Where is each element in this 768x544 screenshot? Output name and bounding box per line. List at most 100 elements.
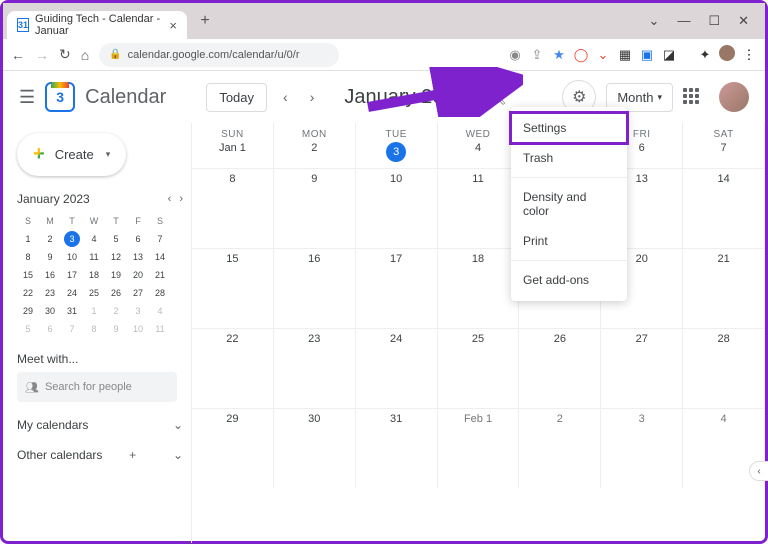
day-cell[interactable]: 18 — [438, 249, 520, 328]
day-cell[interactable]: 14 — [683, 169, 765, 248]
mini-day-cell[interactable]: 11 — [83, 248, 105, 266]
day-cell[interactable]: 27 — [601, 329, 683, 408]
mini-day-cell[interactable]: 3 — [127, 302, 149, 320]
mini-day-cell[interactable]: 18 — [83, 266, 105, 284]
new-tab-button[interactable]: + — [193, 12, 217, 30]
mini-day-cell[interactable]: 24 — [61, 284, 83, 302]
o-icon[interactable]: ◯ — [573, 47, 589, 63]
mini-day-cell[interactable]: 13 — [127, 248, 149, 266]
prev-period-icon[interactable]: ‹ — [277, 89, 294, 105]
menu-density[interactable]: Density and color — [511, 182, 627, 226]
day-cell[interactable]: 24 — [356, 329, 438, 408]
pocket-icon[interactable]: ⌄ — [595, 47, 611, 63]
star-icon[interactable]: ★ — [551, 47, 567, 63]
day-cell[interactable]: 22 — [192, 329, 274, 408]
mini-day-cell[interactable]: 1 — [17, 230, 39, 248]
mini-day-cell[interactable]: 25 — [83, 284, 105, 302]
mini-calendar[interactable]: SMTWTFS 12345678910111213141516171819202… — [17, 212, 183, 338]
day-column[interactable]: SAT7 — [683, 123, 765, 168]
create-button[interactable]: + Create — [17, 133, 126, 176]
menu-addons[interactable]: Get add-ons — [511, 265, 627, 295]
day-cell[interactable]: Feb 1 — [438, 409, 520, 488]
ext3-icon[interactable]: ◪ — [661, 47, 677, 63]
mini-day-cell[interactable]: 5 — [105, 230, 127, 248]
day-cell[interactable]: 16 — [274, 249, 356, 328]
day-column[interactable]: MON2 — [274, 123, 356, 168]
mini-day-cell[interactable]: 16 — [39, 266, 61, 284]
mini-day-cell[interactable]: 2 — [105, 302, 127, 320]
mini-day-cell[interactable]: 10 — [61, 248, 83, 266]
mini-day-cell[interactable]: 27 — [127, 284, 149, 302]
mini-day-cell[interactable]: 19 — [105, 266, 127, 284]
day-cell[interactable]: 25 — [438, 329, 520, 408]
mini-day-cell[interactable]: 7 — [61, 320, 83, 338]
next-period-icon[interactable]: › — [304, 89, 321, 105]
day-column[interactable]: WED4 — [438, 123, 520, 168]
mini-day-cell[interactable]: 8 — [17, 248, 39, 266]
browser-tab[interactable]: 31 Guiding Tech - Calendar - Januar × — [7, 11, 187, 39]
mini-day-cell[interactable]: 6 — [127, 230, 149, 248]
day-cell[interactable]: 8 — [192, 169, 274, 248]
day-cell[interactable]: 9 — [274, 169, 356, 248]
mini-day-cell[interactable]: 29 — [17, 302, 39, 320]
apps-grid-icon[interactable] — [683, 88, 701, 106]
mini-day-cell[interactable]: 8 — [83, 320, 105, 338]
close-window-icon[interactable]: ✕ — [738, 13, 749, 29]
day-column[interactable]: SUNJan 1 — [192, 123, 274, 168]
mini-day-cell[interactable]: 21 — [149, 266, 171, 284]
mini-day-cell[interactable]: 6 — [39, 320, 61, 338]
eye-icon[interactable]: ◉ — [507, 47, 523, 63]
day-cell[interactable]: 29 — [192, 409, 274, 488]
mini-day-cell[interactable]: 3 — [61, 230, 83, 248]
mini-day-cell[interactable]: 14 — [149, 248, 171, 266]
mini-day-cell[interactable]: 4 — [149, 302, 171, 320]
mini-day-cell[interactable]: 26 — [105, 284, 127, 302]
day-cell[interactable]: 23 — [274, 329, 356, 408]
mini-day-cell[interactable]: 1 — [83, 302, 105, 320]
ext1-icon[interactable]: ▦ — [617, 47, 633, 63]
mini-next-icon[interactable]: › — [179, 193, 183, 205]
day-column[interactable]: TUE3 — [356, 123, 438, 168]
day-cell[interactable]: 2 — [519, 409, 601, 488]
menu-trash[interactable]: Trash — [511, 143, 627, 173]
close-icon[interactable]: × — [169, 18, 177, 33]
day-cell[interactable]: 21 — [683, 249, 765, 328]
plus-icon[interactable]: + — [129, 448, 136, 462]
mini-day-cell[interactable]: 4 — [83, 230, 105, 248]
maximize-icon[interactable]: ☐ — [708, 13, 720, 29]
today-button[interactable]: Today — [206, 83, 267, 112]
chevron-down-icon[interactable]: ⌄ — [649, 13, 660, 29]
share-icon[interactable]: ⇪ — [529, 47, 545, 63]
mini-day-cell[interactable]: 15 — [17, 266, 39, 284]
other-calendars-toggle[interactable]: Other calendars + ⌄ — [17, 448, 183, 462]
day-cell[interactable]: 30 — [274, 409, 356, 488]
side-panel-toggle[interactable]: ‹ — [749, 461, 768, 481]
mini-day-cell[interactable]: 31 — [61, 302, 83, 320]
mini-day-cell[interactable]: 23 — [39, 284, 61, 302]
day-cell[interactable]: 28 — [683, 329, 765, 408]
calendar-grid[interactable]: SUNJan 1MON2TUE3WED4THU5FRI6SAT7 8910111… — [191, 123, 765, 543]
search-people-input[interactable]: 👥︎ Search for people — [17, 372, 177, 402]
day-cell[interactable]: 17 — [356, 249, 438, 328]
mini-day-cell[interactable]: 9 — [105, 320, 127, 338]
forward-icon[interactable]: → — [35, 47, 49, 63]
search-icon[interactable]: 🔍︎ — [487, 88, 506, 106]
mini-prev-icon[interactable]: ‹ — [168, 193, 172, 205]
avatar[interactable] — [719, 82, 749, 112]
ext2-icon[interactable]: ▣ — [639, 47, 655, 63]
mini-day-cell[interactable]: 9 — [39, 248, 61, 266]
mini-day-cell[interactable]: 17 — [61, 266, 83, 284]
hamburger-icon[interactable]: ☰ — [19, 87, 35, 108]
day-cell[interactable]: 10 — [356, 169, 438, 248]
day-cell[interactable]: 3 — [601, 409, 683, 488]
mini-day-cell[interactable]: 28 — [149, 284, 171, 302]
mini-day-cell[interactable]: 22 — [17, 284, 39, 302]
mini-day-cell[interactable]: 12 — [105, 248, 127, 266]
kebab-icon[interactable]: ⋮ — [741, 47, 757, 63]
day-cell[interactable]: 26 — [519, 329, 601, 408]
mini-day-cell[interactable]: 11 — [149, 320, 171, 338]
day-cell[interactable]: 11 — [438, 169, 520, 248]
menu-settings[interactable]: Settings — [511, 113, 627, 143]
mini-day-cell[interactable]: 7 — [149, 230, 171, 248]
day-cell[interactable]: 15 — [192, 249, 274, 328]
